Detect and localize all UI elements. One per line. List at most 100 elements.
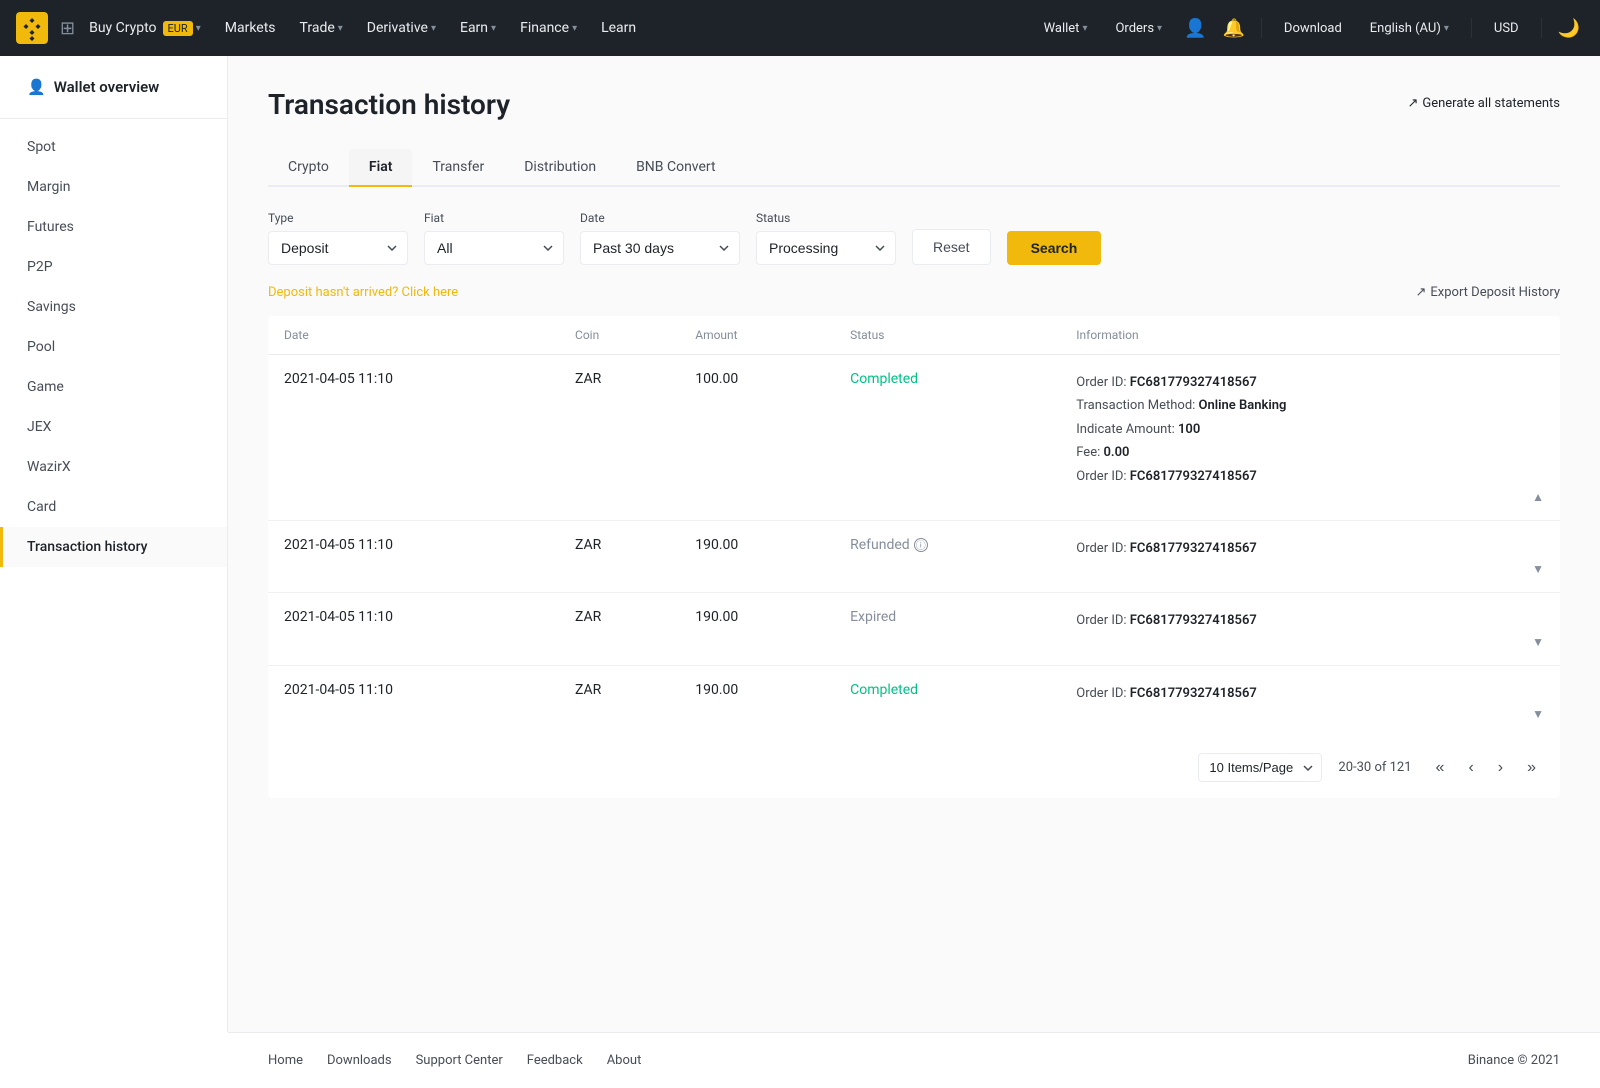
expand-row-button[interactable]: ▼ — [1532, 562, 1544, 576]
right-nav: Wallet▾ Orders▾ 👤 🔔 Download English (AU… — [1034, 14, 1584, 43]
sidebar-item-futures[interactable]: Futures — [0, 207, 227, 247]
caret-icon: ▾ — [431, 23, 436, 34]
cell-date: 2021-04-05 11:10 — [268, 665, 559, 737]
reset-button[interactable]: Reset — [912, 229, 991, 265]
nav-locale[interactable]: English (AU)▾ — [1360, 15, 1459, 42]
next-page-button[interactable]: › — [1490, 755, 1511, 781]
footer-copyright: Binance © 2021 — [1468, 1053, 1560, 1068]
type-filter-group: Type Deposit Withdrawal — [268, 211, 408, 265]
sidebar-item-wallet-overview[interactable]: 👤 Wallet overview — [0, 64, 227, 110]
cell-status: Expired — [834, 593, 1060, 665]
status-select[interactable]: All Processing Completed Refunded Expire… — [756, 231, 896, 265]
caret-icon: ▾ — [1157, 23, 1162, 34]
nav-finance[interactable]: Finance▾ — [510, 14, 587, 42]
date-select[interactable]: Past 30 days Past 90 days Past year Cust… — [580, 231, 740, 265]
footer-links: Home Downloads Support Center Feedback A… — [268, 1053, 641, 1068]
info-collapsed: Order ID: FC681779327418567 — [1076, 609, 1544, 632]
sidebar-item-pool[interactable]: Pool — [0, 327, 227, 367]
sidebar-item-jex[interactable]: JEX — [0, 407, 227, 447]
fiat-label: Fiat — [424, 211, 564, 225]
footer-link-about[interactable]: About — [607, 1053, 642, 1068]
sidebar-item-game[interactable]: Game — [0, 367, 227, 407]
transactions-table-container: Date Coin Amount Status Information 2021… — [268, 316, 1560, 798]
first-page-button[interactable]: « — [1428, 755, 1453, 781]
caret-icon: ▾ — [1444, 23, 1449, 34]
theme-icon[interactable]: 🌙 — [1554, 14, 1584, 43]
tab-distribution[interactable]: Distribution — [504, 149, 616, 187]
table-row: 2021-04-05 11:10 ZAR 100.00 Completed Or… — [268, 355, 1560, 521]
cell-coin: ZAR — [559, 665, 679, 737]
tab-fiat[interactable]: Fiat — [349, 149, 413, 187]
tab-transfer[interactable]: Transfer — [412, 149, 504, 187]
status-filter-group: Status All Processing Completed Refunded… — [756, 211, 896, 265]
table-header-row: Date Coin Amount Status Information — [268, 316, 1560, 355]
prev-page-button[interactable]: ‹ — [1460, 755, 1481, 781]
sidebar-item-margin[interactable]: Margin — [0, 167, 227, 207]
expand-row-button[interactable]: ▼ — [1532, 707, 1544, 721]
fiat-select[interactable]: All ZAR EUR USD — [424, 231, 564, 265]
nav-orders[interactable]: Orders▾ — [1105, 15, 1172, 42]
search-button[interactable]: Search — [1007, 231, 1102, 265]
date-filter-group: Date Past 30 days Past 90 days Past year… — [580, 211, 740, 265]
col-information: Information — [1060, 316, 1560, 355]
nav-derivative[interactable]: Derivative▾ — [357, 14, 446, 42]
nav-markets[interactable]: Markets — [215, 14, 286, 42]
caret-icon: ▾ — [572, 23, 577, 34]
cell-date: 2021-04-05 11:10 — [268, 520, 559, 592]
generate-statements-link[interactable]: ↗ Generate all statements — [1407, 96, 1560, 111]
divider — [1541, 18, 1542, 38]
col-status: Status — [834, 316, 1060, 355]
cell-coin: ZAR — [559, 355, 679, 521]
type-label: Type — [268, 211, 408, 225]
per-page-select[interactable]: 10 Items/Page 20 Items/Page 50 Items/Pag… — [1198, 753, 1322, 782]
table-row: 2021-04-05 11:10 ZAR 190.00 Refunded ⓘ O… — [268, 520, 1560, 592]
cell-date: 2021-04-05 11:10 — [268, 355, 559, 521]
profile-icon[interactable]: 👤 — [1180, 14, 1210, 43]
sidebar-item-transaction-history[interactable]: Transaction history — [0, 527, 227, 567]
divider — [1261, 18, 1262, 38]
binance-logo[interactable] — [16, 12, 48, 44]
page-range: 20-30 of 121 — [1338, 760, 1411, 775]
cell-amount: 190.00 — [679, 593, 834, 665]
collapse-row-button[interactable]: ▲ — [1532, 490, 1544, 504]
nav-trade[interactable]: Trade▾ — [290, 14, 353, 42]
sidebar-item-p2p[interactable]: P2P — [0, 247, 227, 287]
nav-currency[interactable]: USD — [1484, 15, 1529, 42]
footer-link-home[interactable]: Home — [268, 1053, 303, 1068]
caret-icon: ▾ — [338, 23, 343, 34]
export-deposit-history-link[interactable]: ↗ Export Deposit History — [1416, 285, 1561, 300]
footer-link-downloads[interactable]: Downloads — [327, 1053, 392, 1068]
nav-buy-crypto[interactable]: Buy Crypto EUR ▾ — [79, 14, 211, 42]
expand-row-button[interactable]: ▼ — [1532, 635, 1544, 649]
sidebar-item-savings[interactable]: Savings — [0, 287, 227, 327]
last-page-button[interactable]: » — [1519, 755, 1544, 781]
nav-wallet[interactable]: Wallet▾ — [1034, 15, 1098, 42]
type-select[interactable]: Deposit Withdrawal — [268, 231, 408, 265]
cell-information: Order ID: FC681779327418567 ▼ — [1060, 593, 1560, 665]
sidebar-item-card[interactable]: Card — [0, 487, 227, 527]
col-date: Date — [268, 316, 559, 355]
grid-icon[interactable]: ⊞ — [60, 18, 75, 39]
main-nav-links: Buy Crypto EUR ▾ Markets Trade▾ Derivati… — [79, 14, 1033, 42]
status-info-icon[interactable]: ⓘ — [914, 538, 928, 552]
nav-learn[interactable]: Learn — [591, 14, 646, 42]
transaction-tabs: Crypto Fiat Transfer Distribution BNB Co… — [268, 149, 1560, 187]
page-header: Transaction history ↗ Generate all state… — [268, 88, 1560, 121]
tab-bnb-convert[interactable]: BNB Convert — [616, 149, 736, 187]
col-coin: Coin — [559, 316, 679, 355]
info-collapsed: Order ID: FC681779327418567 — [1076, 682, 1544, 705]
tab-crypto[interactable]: Crypto — [268, 149, 349, 187]
table-row: 2021-04-05 11:10 ZAR 190.00 Expired Orde… — [268, 593, 1560, 665]
cell-status: Completed — [834, 355, 1060, 521]
deposit-not-arrived-link[interactable]: Deposit hasn't arrived? Click here — [268, 285, 458, 300]
footer-link-feedback[interactable]: Feedback — [527, 1053, 583, 1068]
cell-amount: 100.00 — [679, 355, 834, 521]
footer-link-support[interactable]: Support Center — [416, 1053, 503, 1068]
sidebar-item-spot[interactable]: Spot — [0, 127, 227, 167]
footer: Home Downloads Support Center Feedback A… — [228, 1032, 1600, 1088]
table-row: 2021-04-05 11:10 ZAR 190.00 Completed Or… — [268, 665, 1560, 737]
sidebar-item-wazirx[interactable]: WazirX — [0, 447, 227, 487]
notifications-icon[interactable]: 🔔 — [1219, 14, 1249, 43]
nav-download[interactable]: Download — [1274, 15, 1352, 42]
nav-earn[interactable]: Earn▾ — [450, 14, 506, 42]
